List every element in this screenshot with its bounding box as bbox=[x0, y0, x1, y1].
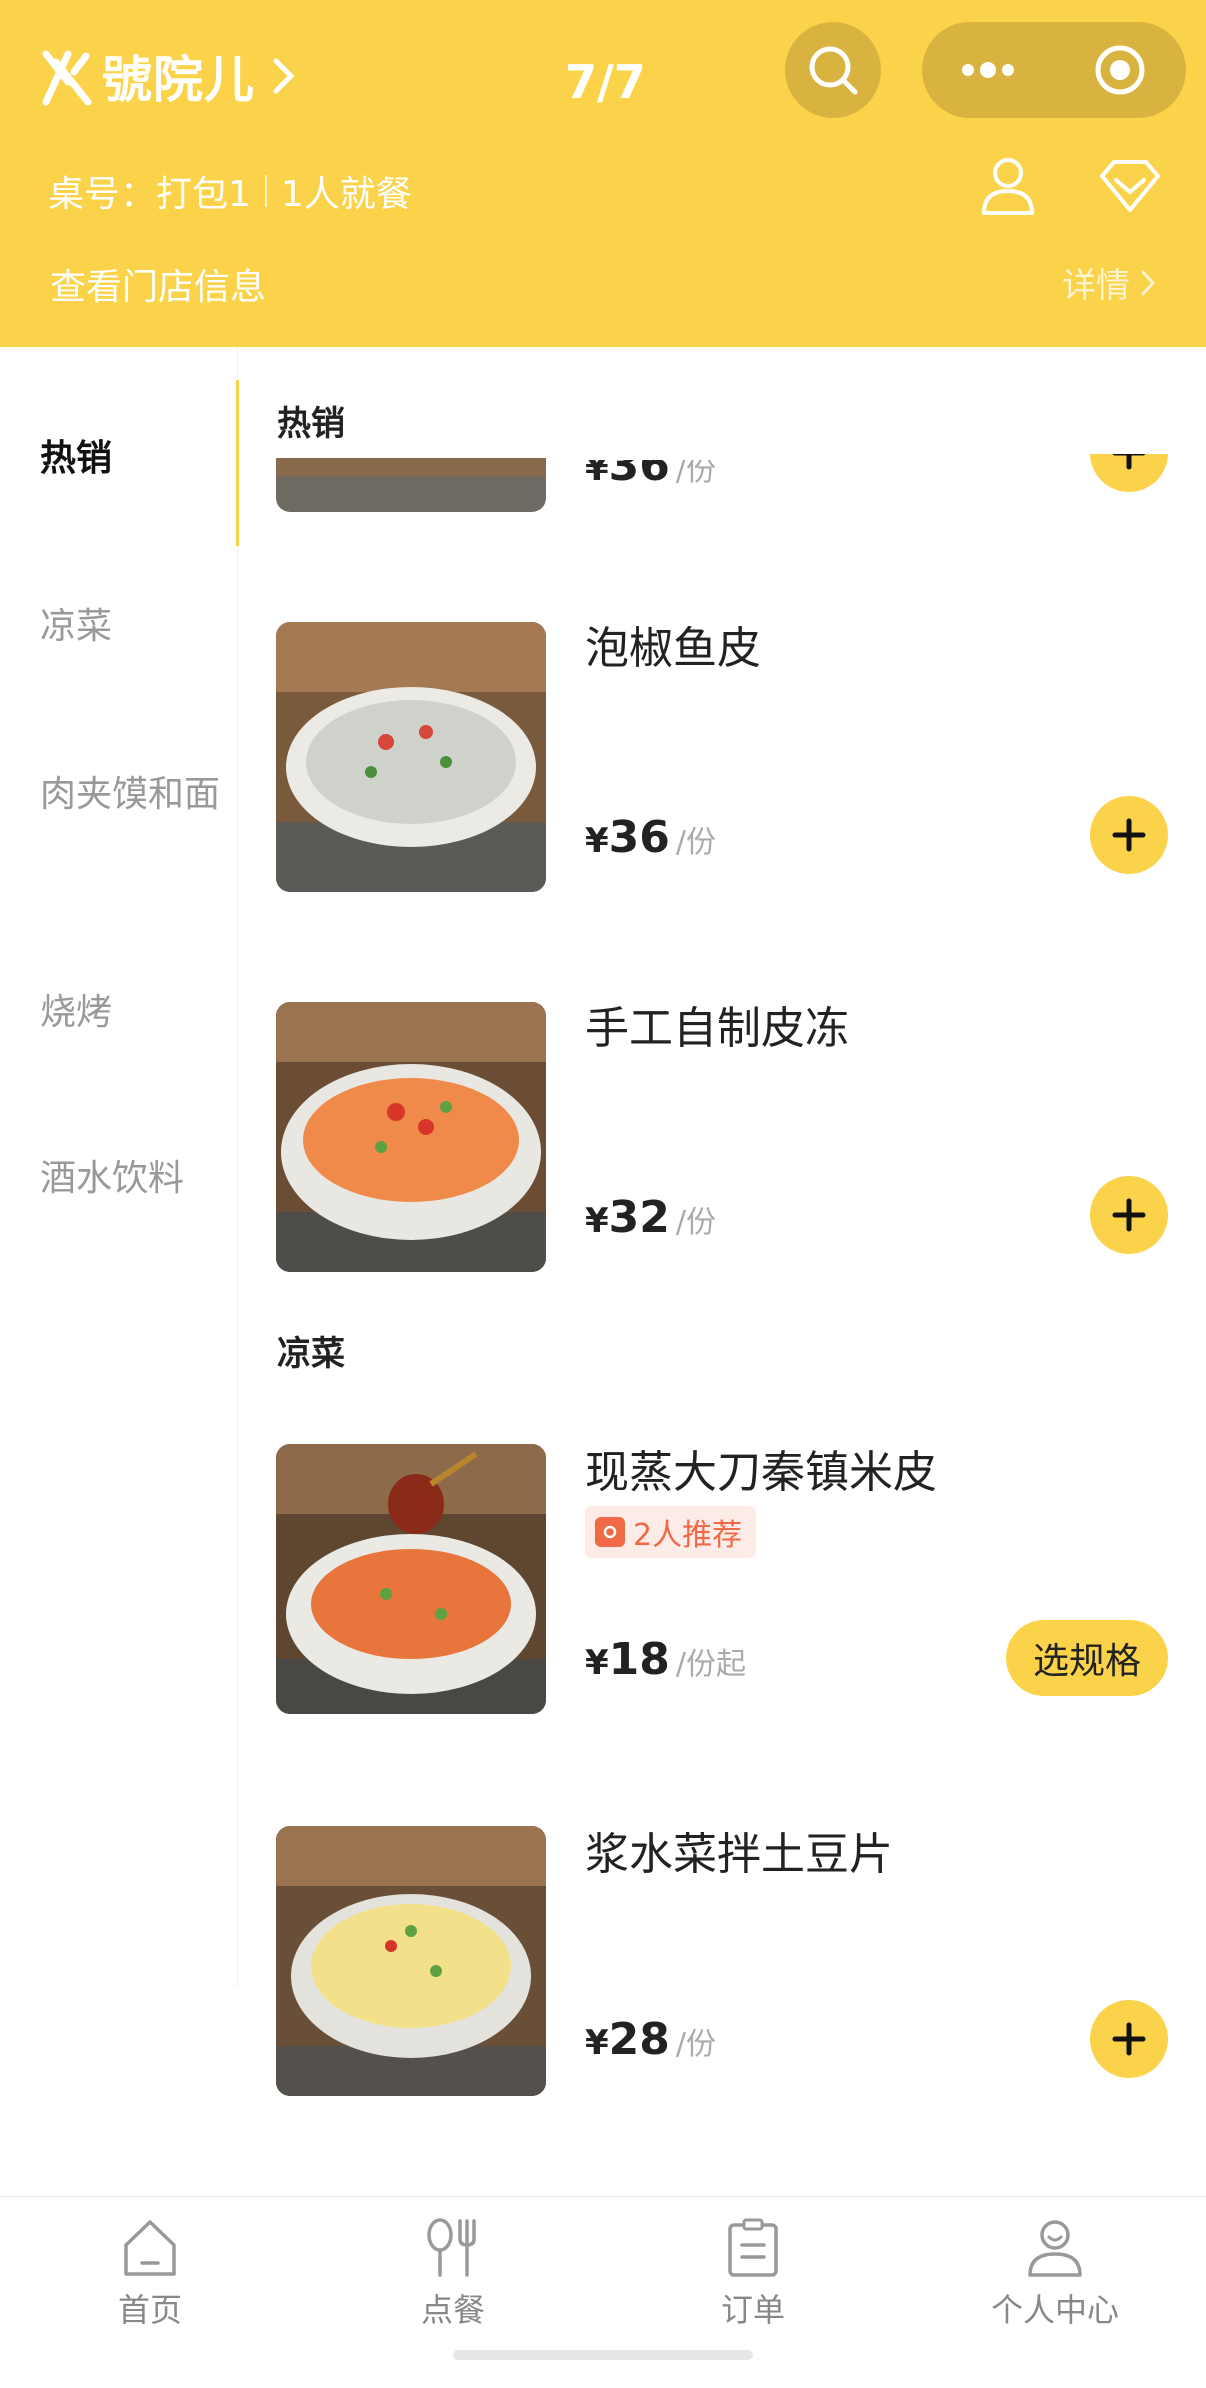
details-label: 详情 bbox=[1062, 266, 1130, 306]
tab-label: 个人中心 bbox=[990, 2291, 1119, 2329]
dish-price: ¥ 32 /份 bbox=[585, 1192, 717, 1243]
section-title-hot: 热销 bbox=[277, 404, 345, 444]
home-indicator[interactable] bbox=[453, 2350, 753, 2360]
dish-name: 手工自制皮冻 bbox=[585, 1003, 849, 1054]
tab-label: 点餐 bbox=[420, 2291, 485, 2329]
dish-name: 泡椒鱼皮 bbox=[585, 623, 761, 674]
recommend-icon bbox=[595, 1517, 625, 1547]
user-icon[interactable] bbox=[980, 155, 1036, 217]
search-button[interactable] bbox=[785, 22, 881, 118]
tab-order-food[interactable]: 点餐 bbox=[353, 2217, 553, 2331]
store-name: 號院儿 bbox=[102, 51, 255, 109]
more-icon bbox=[962, 62, 1014, 78]
order-icon bbox=[728, 2218, 778, 2277]
category-cold-dishes[interactable]: 凉菜 bbox=[40, 600, 230, 654]
more-button[interactable] bbox=[922, 22, 1054, 118]
plus-icon bbox=[1112, 2022, 1146, 2056]
home-icon bbox=[124, 2220, 176, 2276]
brand-logo-icon bbox=[42, 50, 92, 106]
category-bbq[interactable]: 烧烤 bbox=[40, 986, 230, 1040]
dish-image[interactable] bbox=[276, 622, 546, 892]
table-info: 桌号：打包1 1人就餐 bbox=[48, 165, 412, 217]
recommend-tag: 2人推荐 bbox=[585, 1506, 757, 1558]
store-header: 號院儿 7/7 桌号：打包1 1人就餐 查看门店信息 详情 bbox=[0, 0, 1206, 347]
recommend-tag-label: 2人推荐 bbox=[633, 1518, 743, 1553]
diner-count: 1人就餐 bbox=[280, 174, 412, 215]
category-hot[interactable]: 热销 bbox=[40, 432, 230, 486]
search-icon bbox=[809, 46, 858, 95]
diamond-icon[interactable] bbox=[1098, 158, 1162, 214]
category-drinks[interactable]: 酒水饮料 bbox=[40, 1152, 230, 1206]
store-info-link[interactable]: 查看门店信息 bbox=[50, 258, 266, 310]
tab-orders[interactable]: 订单 bbox=[653, 2217, 853, 2331]
table-number: 桌号：打包1 bbox=[48, 174, 251, 215]
tab-label: 首页 bbox=[117, 2291, 182, 2329]
dish-price: ¥ 36 /份 bbox=[585, 812, 717, 863]
dish-price: ¥ 18 /份起 bbox=[585, 1634, 747, 1685]
add-to-cart-button[interactable] bbox=[1090, 796, 1168, 874]
plus-icon bbox=[1112, 1198, 1146, 1232]
profile-icon bbox=[1028, 2220, 1082, 2277]
plus-icon bbox=[1112, 818, 1146, 852]
dish-name: 现蒸大刀秦镇米皮 bbox=[585, 1447, 937, 1498]
chevron-right-icon bbox=[1141, 270, 1156, 295]
store-brand[interactable]: 號院儿 bbox=[38, 40, 297, 112]
close-miniprogram-button[interactable] bbox=[1054, 22, 1186, 118]
utensils-icon bbox=[427, 2218, 476, 2277]
tab-home[interactable]: 首页 bbox=[50, 2217, 250, 2331]
divider bbox=[264, 175, 267, 207]
add-to-cart-button[interactable] bbox=[1090, 1176, 1168, 1254]
chevron-right-icon bbox=[273, 58, 295, 94]
dish-image[interactable] bbox=[276, 458, 546, 512]
page-counter: 7/7 bbox=[565, 55, 646, 109]
dish-price: ¥ 28 /份 bbox=[585, 2014, 717, 2065]
miniprogram-capsule bbox=[922, 22, 1186, 118]
dish-image[interactable] bbox=[276, 1826, 546, 2096]
dish-price: ¥ 36 /份 bbox=[585, 440, 717, 491]
category-roujiamo-noodles[interactable]: 肉夹馍和面 bbox=[40, 768, 230, 822]
dish-image[interactable] bbox=[276, 1444, 546, 1714]
dish-image[interactable] bbox=[276, 1002, 546, 1272]
close-target-icon bbox=[1095, 45, 1145, 95]
section-title-cold: 凉菜 bbox=[277, 1334, 345, 1374]
tab-profile[interactable]: 个人中心 bbox=[955, 2217, 1155, 2331]
add-to-cart-button[interactable] bbox=[1090, 454, 1168, 492]
tab-label: 订单 bbox=[720, 2291, 785, 2329]
choose-spec-button[interactable]: 选规格 bbox=[1006, 1620, 1168, 1696]
add-to-cart-button[interactable] bbox=[1090, 2000, 1168, 2078]
plus-icon bbox=[1112, 454, 1146, 470]
dish-name: 浆水菜拌土豆片 bbox=[585, 1829, 893, 1880]
details-link[interactable]: 详情 bbox=[1062, 258, 1156, 307]
active-category-indicator bbox=[236, 380, 239, 546]
